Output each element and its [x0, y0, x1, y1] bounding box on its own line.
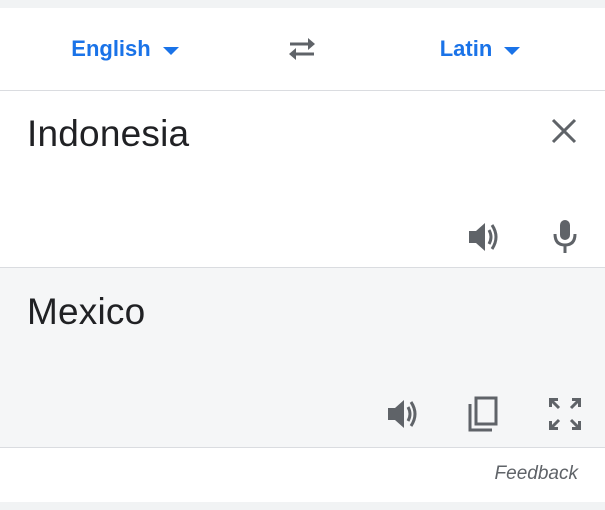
translated-text: Mexico: [27, 291, 146, 332]
microphone-icon: [551, 219, 579, 255]
clear-button[interactable]: [542, 109, 586, 153]
swap-arrows-icon: [284, 35, 320, 63]
translation-output-area: Mexico: [0, 268, 605, 448]
source-language-label: English: [71, 36, 151, 61]
target-language-label: Latin: [439, 36, 493, 61]
translate-card: English Latin Indonesia Mexico Feedback: [0, 8, 605, 502]
source-language-selector[interactable]: English: [0, 8, 250, 90]
close-icon: [550, 117, 578, 145]
fullscreen-icon: [547, 396, 583, 432]
speaker-icon: [466, 220, 502, 254]
chevron-down-icon: [162, 47, 179, 55]
target-listen-button[interactable]: [381, 392, 425, 436]
swap-languages-button[interactable]: [277, 29, 327, 69]
speaker-icon: [385, 397, 421, 431]
chevron-down-icon: [504, 47, 521, 55]
source-listen-button[interactable]: [462, 215, 506, 259]
feedback-link[interactable]: Feedback: [495, 463, 578, 485]
fullscreen-button[interactable]: [543, 392, 587, 436]
target-language-selector[interactable]: Latin: [355, 8, 605, 90]
source-input-area[interactable]: Indonesia: [0, 91, 605, 268]
language-bar: English Latin: [0, 8, 605, 91]
source-text[interactable]: Indonesia: [27, 113, 189, 155]
footer: Feedback: [0, 448, 605, 502]
microphone-button[interactable]: [543, 215, 587, 259]
copy-button[interactable]: [461, 392, 505, 436]
copy-icon: [466, 396, 500, 432]
